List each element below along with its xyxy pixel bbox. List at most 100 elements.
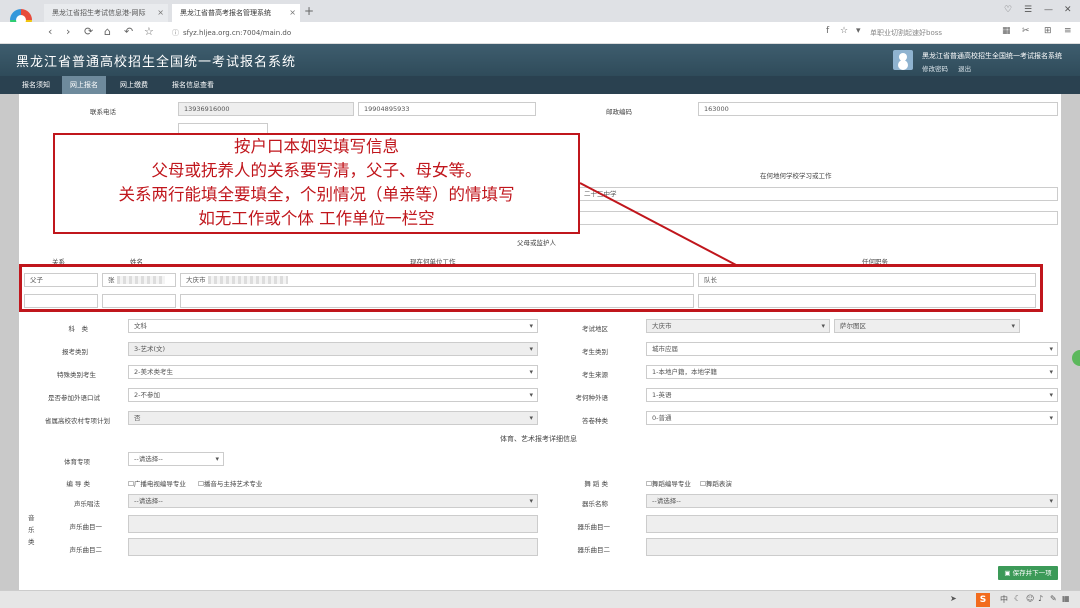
- app-header: 黑龙江省普通高校招生全国统一考试报名系统 黑龙江省普通高校招生全国统一考试报名系…: [0, 44, 1080, 76]
- music-label: 音乐类: [28, 514, 35, 546]
- row-label: 考生来源: [582, 371, 608, 379]
- star-icon[interactable]: ☆: [144, 25, 154, 38]
- inst1-label: 器乐曲目一: [577, 523, 611, 531]
- postcode-field[interactable]: 163000: [698, 102, 1058, 116]
- save-icon: ▣: [1004, 569, 1013, 577]
- reload-icon[interactable]: ⟳: [84, 25, 93, 38]
- study-header: 在何地何学校学习或工作: [760, 172, 832, 180]
- lock-icon: ⓘ: [172, 29, 179, 37]
- row-label: 省属高校农村专项计划: [45, 417, 110, 425]
- exam-district-select[interactable]: 萨尔图区: [834, 319, 1020, 333]
- ime-mode[interactable]: 中: [1000, 594, 1008, 605]
- inst1-field[interactable]: [646, 515, 1058, 533]
- user-links: 修改密码 退出: [922, 63, 979, 73]
- sports-select[interactable]: --请选择--: [128, 452, 224, 466]
- search-hint[interactable]: 单职业切割起速好boss: [870, 26, 942, 40]
- save-label: 保存并下一项: [1012, 569, 1052, 577]
- row-label: 考生类别: [582, 348, 608, 356]
- emoji-icon[interactable]: ☺: [1026, 594, 1034, 603]
- director-label: 编 导 类: [66, 480, 90, 488]
- side-float-button[interactable]: [1072, 350, 1080, 366]
- rural-plan-select[interactable]: 否: [128, 411, 538, 425]
- url-input[interactable]: ⓘ sfyz.hljea.org.cn:7004/main.do: [172, 26, 772, 40]
- close-icon[interactable]: ×: [157, 4, 164, 22]
- browser-tab-1[interactable]: 黑龙江省招生考试信息港-网际 ×: [44, 4, 168, 22]
- row-label: 答卷种类: [582, 417, 608, 425]
- nav-payment[interactable]: 网上缴费: [112, 76, 156, 94]
- menu-icon[interactable]: ☰: [1024, 5, 1032, 15]
- undo-icon[interactable]: ↶: [124, 25, 133, 38]
- vocal-select[interactable]: --请选择--: [128, 494, 538, 508]
- inst2-label: 器乐曲目二: [577, 546, 611, 554]
- forward-icon[interactable]: ›: [66, 25, 70, 38]
- moon-icon[interactable]: ☾: [1014, 594, 1021, 603]
- app-title: 黑龙江省普通高校招生全国统一考试报名系统: [16, 55, 297, 70]
- arts-section-title: 体育、艺术报考详细信息: [500, 435, 577, 443]
- foreign-language-select[interactable]: 1-英语: [646, 388, 1058, 402]
- row-label: 特殊类别考生: [57, 371, 96, 379]
- dance-option-2[interactable]: ☐舞蹈表演: [700, 478, 732, 488]
- minimize-icon[interactable]: —: [1044, 5, 1053, 15]
- close-icon[interactable]: ×: [289, 4, 296, 22]
- option-text: 舞蹈编导专业: [651, 480, 691, 488]
- dance-option-1[interactable]: ☐舞蹈编导专业: [646, 478, 691, 488]
- inst2-field[interactable]: [646, 538, 1058, 556]
- favorite-icon[interactable]: ☆: [840, 26, 848, 36]
- change-password-link[interactable]: 修改密码: [922, 65, 948, 73]
- bookmark-icon[interactable]: ♡: [1004, 5, 1012, 15]
- nav-info-view[interactable]: 报名信息查看: [164, 76, 222, 94]
- browser-tab-2[interactable]: 黑龙江省普高考报名管理系统 ×: [172, 4, 300, 22]
- grid-icon[interactable]: ▦: [1062, 594, 1070, 603]
- oral-exam-select[interactable]: 2-不参加: [128, 388, 538, 402]
- send-icon[interactable]: ➤: [950, 594, 957, 603]
- sogou-ime-icon[interactable]: S: [976, 593, 990, 607]
- logout-link[interactable]: 退出: [958, 65, 971, 73]
- guardian-section-title: 父母或监护人: [517, 239, 556, 247]
- dance-label: 舞 蹈 类: [584, 480, 608, 488]
- user-title: 黑龙江省普通高校招生全国统一考试报名系统: [922, 52, 1062, 60]
- sports-label: 体育专项: [64, 458, 90, 466]
- row-label: 考何种外语: [575, 394, 609, 402]
- url-text: sfyz.hljea.org.cn:7004/main.do: [183, 29, 292, 37]
- phone-field-1[interactable]: 13936916000: [178, 102, 354, 116]
- extensions-icon[interactable]: ⊞: [1044, 26, 1052, 36]
- annotation-line-1: 按户口本如实填写信息: [234, 137, 399, 156]
- study-field-2[interactable]: [578, 211, 1058, 225]
- student-source-select[interactable]: 1-本地户籍，本地学籍: [646, 365, 1058, 379]
- special-category-select[interactable]: 2-美术类考生: [128, 365, 538, 379]
- song2-field[interactable]: [128, 538, 538, 556]
- category-select[interactable]: 3-艺术(文): [128, 342, 538, 356]
- row-label: 是否参加外语口试: [48, 394, 100, 402]
- dropdown-icon[interactable]: ▾: [856, 26, 861, 36]
- new-tab-button[interactable]: +: [304, 4, 314, 18]
- window-close-icon[interactable]: ✕: [1064, 5, 1072, 15]
- student-type-select[interactable]: 城市应届: [646, 342, 1058, 356]
- mic-icon[interactable]: ♪: [1038, 594, 1043, 603]
- paper-type-select[interactable]: 0-普通: [646, 411, 1058, 425]
- exam-city-select[interactable]: 大庆市: [646, 319, 830, 333]
- subject-select[interactable]: 文科: [128, 319, 538, 333]
- tools-icon[interactable]: ✂: [1022, 26, 1030, 36]
- study-field-1[interactable]: 二十三中学: [578, 187, 1058, 201]
- song1-field[interactable]: [128, 515, 538, 533]
- user-avatar-icon: [893, 50, 913, 70]
- director-option-1[interactable]: ☐广播电视编导专业: [128, 478, 186, 488]
- save-next-button[interactable]: ▣ 保存并下一项: [998, 566, 1058, 580]
- row-label: 报考类别: [62, 348, 88, 356]
- back-icon[interactable]: ‹: [48, 25, 52, 38]
- pen-icon[interactable]: ✎: [1050, 594, 1057, 603]
- vocal-label: 声乐唱法: [74, 500, 100, 508]
- phone-label: 联系电话: [90, 108, 116, 116]
- nav-register[interactable]: 网上报名: [62, 76, 106, 94]
- option-text: 舞蹈表演: [705, 480, 732, 488]
- home-icon[interactable]: ⌂: [104, 25, 111, 38]
- phone-field-2[interactable]: 19904895933: [358, 102, 536, 116]
- row-label: 科 类: [68, 325, 89, 333]
- flash-icon[interactable]: f: [826, 26, 829, 36]
- apps-icon[interactable]: ▦: [1002, 26, 1011, 36]
- nav-notice[interactable]: 报名须知: [14, 76, 58, 94]
- instrument-select[interactable]: --请选择--: [646, 494, 1058, 508]
- director-option-2[interactable]: ☐播音与主持艺术专业: [198, 478, 262, 488]
- settings-icon[interactable]: ≡: [1064, 26, 1072, 36]
- tab-title: 黑龙江省招生考试信息港-网际: [52, 9, 146, 17]
